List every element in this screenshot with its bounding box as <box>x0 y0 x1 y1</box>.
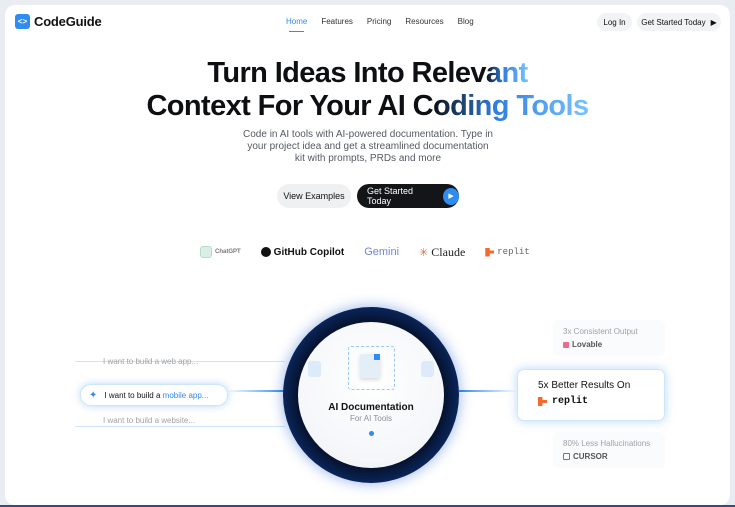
nav-blog[interactable]: Blog <box>458 17 474 32</box>
nav-resources[interactable]: Resources <box>405 17 443 32</box>
hero-title-1a: Turn Ideas Into Relev <box>207 57 486 89</box>
prompt-web-app: I want to build a web app... <box>103 357 199 366</box>
result-title: 3x Consistent Output <box>563 327 638 336</box>
logo-text: CodeGuide <box>34 14 102 29</box>
hero-title-line-1: Turn Ideas Into Relevant <box>5 57 730 90</box>
chatgpt-logo: ChatGPT <box>200 246 241 258</box>
result-brand: replit <box>538 396 644 407</box>
result-brand: Lovable <box>563 340 655 349</box>
landing-page: <> CodeGuide Home Features Pricing Resou… <box>5 5 730 505</box>
result-card-lovable: 3x Consistent Output Lovable <box>553 320 665 356</box>
prompt-active-accent: mobile app... <box>162 390 209 400</box>
claude-logo: ✳ Claude <box>419 245 465 260</box>
chatgpt-icon <box>200 246 212 258</box>
replit-label: replit <box>497 247 530 257</box>
status-dot <box>369 431 374 436</box>
center-title: AI Documentation <box>328 402 414 413</box>
result-card-cursor: 80% Less Hallucinations CURSOR <box>553 432 665 468</box>
github-icon <box>260 247 271 257</box>
side-chip-right <box>421 361 434 377</box>
gemini-label: Gemini <box>364 246 400 258</box>
connector-line-active <box>227 390 285 392</box>
chatgpt-label: ChatGPT <box>215 249 241 255</box>
nav-home[interactable]: Home <box>286 17 307 32</box>
hero-subtitle: Code in AI tools with AI-powered documen… <box>243 129 493 164</box>
connector-line <box>75 426 285 427</box>
cursor-icon <box>563 453 570 460</box>
prompt-active-prefix: I want to build a <box>104 390 163 400</box>
hero-get-started-label: Get Started Today <box>367 186 414 206</box>
hero-title-line-2: Context For Your AI Coding Tools <box>5 90 730 123</box>
result-title: 5x Better Results On <box>538 380 631 391</box>
result-card-replit: 5x Better Results On replit <box>517 369 665 421</box>
view-examples-label: View Examples <box>283 191 345 201</box>
replit-logo: replit <box>485 247 530 257</box>
nav-get-started-label: Get Started Today <box>641 17 706 27</box>
prompt-mobile-app[interactable]: ✦ I want to build a mobile app... <box>80 384 228 406</box>
center-subtitle: For AI Tools <box>349 414 393 423</box>
result-title: 80% Less Hallucinations <box>563 439 651 448</box>
play-icon: ▶ <box>443 187 459 205</box>
code-brackets-icon: <> <box>15 14 30 29</box>
main-nav: Home Features Pricing Resources Blog <box>286 17 488 32</box>
prompt-website: I want to build a website... <box>103 416 196 425</box>
logo[interactable]: <> CodeGuide <box>15 14 102 29</box>
claude-icon: ✳ <box>419 246 429 259</box>
prompt-active-text: I want to build a mobile app... <box>104 391 208 400</box>
result-brand: CURSOR <box>563 452 655 461</box>
hero-get-started-button[interactable]: Get Started Today ▶ <box>357 184 459 208</box>
nav-features[interactable]: Features <box>321 17 353 32</box>
nav-get-started-button[interactable]: Get Started Today ▶ <box>637 13 721 31</box>
ai-tools-logos: ChatGPT GitHub Copilot Gemini ✳ Claude r… <box>200 244 550 260</box>
play-icon: ▶ <box>710 17 717 27</box>
copilot-logo: GitHub Copilot <box>260 246 345 258</box>
replit-icon <box>538 397 547 406</box>
nav-pricing[interactable]: Pricing <box>367 17 391 32</box>
lovable-icon <box>563 341 569 348</box>
gemini-logo: Gemini <box>364 246 399 258</box>
login-button[interactable]: Log In <box>597 13 632 31</box>
replit-label: replit <box>552 396 589 407</box>
copilot-label: GitHub Copilot <box>273 246 345 258</box>
replit-icon <box>485 247 495 257</box>
document-icon <box>360 354 380 378</box>
ai-documentation-core <box>298 322 444 468</box>
cursor-label: CURSOR <box>573 452 608 461</box>
claude-label: Claude <box>431 244 466 259</box>
connector-line-active <box>459 390 517 392</box>
hero-title-1b: ant <box>485 57 528 89</box>
login-label: Log In <box>603 17 626 27</box>
sparkle-icon: ✦ <box>89 389 98 401</box>
hero-title-2a: Context For Your AI C <box>146 90 433 122</box>
side-chip-left <box>308 361 321 377</box>
lovable-label: Lovable <box>572 340 603 349</box>
view-examples-button[interactable]: View Examples <box>277 184 351 208</box>
hero-title-2b: oding Tools <box>432 90 589 122</box>
